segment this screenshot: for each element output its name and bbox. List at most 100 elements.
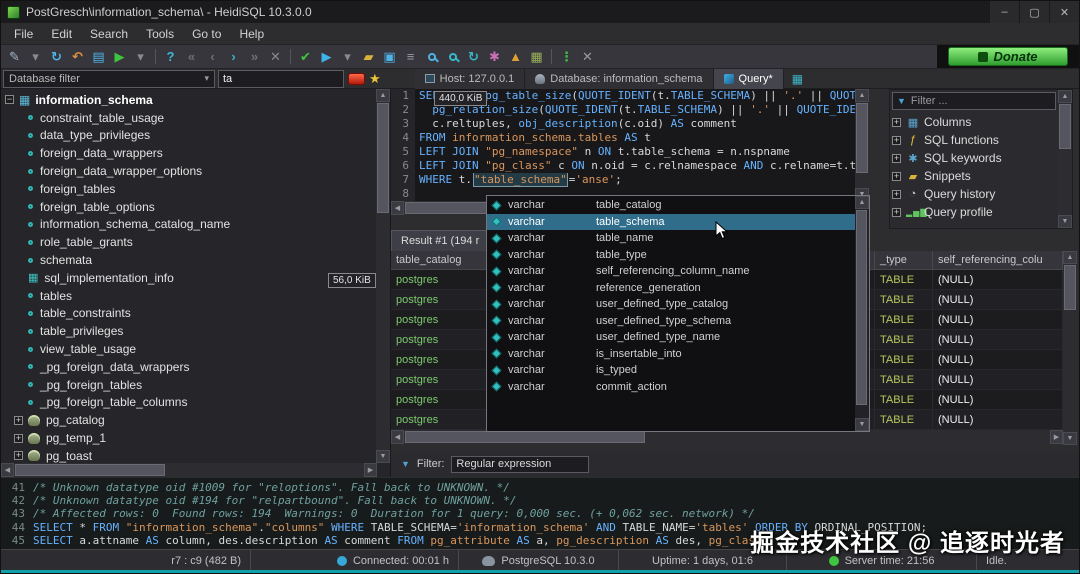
refresh-icon[interactable]: ↻ <box>46 47 67 67</box>
maximize-button[interactable]: ▢ <box>1019 1 1049 23</box>
tree-item-role-table-grants[interactable]: role_table_grants <box>1 233 376 251</box>
menu-file[interactable]: File <box>5 25 42 43</box>
help-icon[interactable]: ? <box>160 47 181 67</box>
tree-horizontal-scrollbar[interactable]: ◀ ▶ <box>1 463 377 477</box>
titlebar[interactable]: PostGresch\information_schema\ - HeidiSQ… <box>1 1 1079 23</box>
tab-host-127-0-0-1[interactable]: Host: 127.0.0.1 <box>415 69 526 89</box>
scroll-up-icon[interactable]: ▲ <box>1058 90 1072 103</box>
collapse-expander-icon[interactable]: − <box>5 95 14 104</box>
scroll-down-icon[interactable]: ▼ <box>376 450 390 463</box>
menu-edit[interactable]: Edit <box>42 25 81 43</box>
expand-expander-icon[interactable]: + <box>892 118 901 127</box>
scroll-thumb[interactable] <box>856 210 867 405</box>
autocomplete-popup[interactable]: varchartable_catalogvarchartable_schemav… <box>486 195 870 432</box>
scroll-left-icon[interactable]: ◀ <box>391 201 404 215</box>
scroll-up-icon[interactable]: ▲ <box>1063 251 1077 264</box>
scroll-down-icon[interactable]: ▼ <box>1063 432 1077 445</box>
go-previous-icon[interactable]: ‹ <box>202 47 223 67</box>
tree-item-pg-foreign-tables[interactable]: _pg_foreign_tables <box>1 376 376 394</box>
tree-item-pg-catalog[interactable]: +pg_catalog <box>1 411 376 429</box>
expand-expander-icon[interactable]: + <box>14 451 23 460</box>
warning-icon[interactable]: ▲ <box>505 47 526 67</box>
minimize-button[interactable]: – <box>989 1 1019 23</box>
tree-item-foreign-data-wrappers[interactable]: foreign_data_wrappers <box>1 144 376 162</box>
menu-go-to[interactable]: Go to <box>183 25 230 43</box>
go-first-icon[interactable]: « <box>181 47 202 67</box>
new-query-tab-icon[interactable]: ▦ <box>792 72 803 86</box>
connect-icon[interactable]: ▶ <box>109 47 130 67</box>
autocomplete-item-is-insertable-into[interactable]: varcharis_insertable_into <box>487 346 856 363</box>
close-button[interactable]: ✕ <box>1049 1 1079 23</box>
panel-filter-input[interactable]: ▼ Filter ... <box>892 92 1056 110</box>
scroll-right-icon[interactable]: ▶ <box>1050 430 1063 444</box>
validate-sql-icon[interactable]: ✔ <box>295 47 316 67</box>
tree-item-data-type-privileges[interactable]: data_type_privileges <box>1 127 376 145</box>
export-results-icon[interactable]: ≡ <box>400 47 421 67</box>
tree-item-foreign-data-wrapper-options[interactable]: foreign_data_wrapper_options <box>1 162 376 180</box>
export-tables-icon[interactable]: ▤ <box>88 47 109 67</box>
more-options-icon[interactable]: ⋮ <box>556 47 577 67</box>
scroll-thumb[interactable] <box>856 103 868 173</box>
menu-search[interactable]: Search <box>81 25 137 43</box>
save-file-icon[interactable]: ▣ <box>379 47 400 67</box>
search-icon[interactable] <box>421 47 442 67</box>
scroll-right-icon[interactable]: ▶ <box>364 463 377 477</box>
tree-item-table-constraints[interactable]: table_constraints <box>1 305 376 323</box>
column-header-type[interactable]: _type <box>875 251 933 270</box>
clear-filter-button[interactable] <box>348 73 365 85</box>
table-tools-icon[interactable]: ▦ <box>526 47 547 67</box>
scroll-up-icon[interactable]: ▲ <box>376 89 390 102</box>
scroll-thumb[interactable] <box>1059 104 1071 149</box>
tree-item-tables[interactable]: tables <box>1 287 376 305</box>
tree-item-sql-implementation-info[interactable]: ▦sql_implementation_info <box>1 269 376 287</box>
column-header-self-referencing-colu[interactable]: self_referencing_colu <box>933 251 1063 270</box>
tree-item-pg-foreign-data-wrappers[interactable]: _pg_foreign_data_wrappers <box>1 358 376 376</box>
go-next-icon[interactable]: › <box>223 47 244 67</box>
scroll-thumb[interactable] <box>377 103 389 213</box>
panel-item-query-profile[interactable]: +▂▅▇Query profile <box>892 203 1056 221</box>
autocomplete-item-reference-generation[interactable]: varcharreference_generation <box>487 280 856 297</box>
tree-item-foreign-table-options[interactable]: foreign_table_options <box>1 198 376 216</box>
column-header-table-catalog[interactable]: table_catalog <box>391 251 487 270</box>
expand-expander-icon[interactable]: + <box>892 172 901 181</box>
find-replace-icon[interactable] <box>442 47 463 67</box>
tree-item-constraint-table-usage[interactable]: constraint_table_usage <box>1 109 376 127</box>
expand-expander-icon[interactable]: + <box>892 136 901 145</box>
grid-vertical-scrollbar[interactable]: ▲ ▼ <box>1063 251 1077 445</box>
tab-database-information-schema[interactable]: Database: information_schema <box>525 69 713 89</box>
expand-expander-icon[interactable]: + <box>14 416 23 425</box>
scroll-left-icon[interactable]: ◀ <box>391 430 404 444</box>
reload-icon[interactable]: ↻ <box>463 47 484 67</box>
panel-item-snippets[interactable]: +▰Snippets <box>892 167 1056 185</box>
tree-item-information-schema-catalog-name[interactable]: information_schema_catalog_name <box>1 216 376 234</box>
table-filter-input[interactable] <box>218 70 344 88</box>
autocomplete-item-table-schema[interactable]: varchartable_schema <box>487 214 856 231</box>
scroll-thumb[interactable] <box>1064 265 1076 310</box>
tree-item-table-privileges[interactable]: table_privileges <box>1 322 376 340</box>
tree-vertical-scrollbar[interactable]: ▲ ▼ <box>376 89 390 463</box>
session-manager-icon[interactable]: ✎ <box>4 47 25 67</box>
autocomplete-item-table-name[interactable]: varchartable_name <box>487 230 856 247</box>
menu-tools[interactable]: Tools <box>137 25 183 43</box>
expand-expander-icon[interactable]: + <box>14 434 23 443</box>
autocomplete-item-commit-action[interactable]: varcharcommit_action <box>487 379 856 396</box>
menu-help[interactable]: Help <box>230 25 273 43</box>
open-file-icon[interactable]: ▰ <box>358 47 379 67</box>
panel-item-sql-keywords[interactable]: +✱SQL keywords <box>892 149 1056 167</box>
autocomplete-item-user-defined-type-schema[interactable]: varcharuser_defined_type_schema <box>487 313 856 330</box>
autocomplete-item-table-catalog[interactable]: varchartable_catalog <box>487 197 856 214</box>
run-sql-icon[interactable]: ▶ <box>316 47 337 67</box>
tree-item-information-schema[interactable]: −▦information_schema <box>1 91 376 109</box>
panel-vertical-scrollbar[interactable]: ▲ ▼ <box>1058 90 1072 228</box>
tree-item-foreign-tables[interactable]: foreign_tables <box>1 180 376 198</box>
run-caret-icon[interactable]: ▾ <box>337 47 358 67</box>
scroll-down-icon[interactable]: ▼ <box>1058 215 1072 228</box>
scroll-thumb[interactable] <box>15 464 165 476</box>
autocomplete-item-self-referencing-column-name[interactable]: varcharself_referencing_column_name <box>487 263 856 280</box>
expand-expander-icon[interactable]: + <box>892 154 901 163</box>
expand-expander-icon[interactable]: + <box>892 208 901 217</box>
editor-vertical-scrollbar[interactable]: ▲ ▼ <box>855 89 869 201</box>
session-caret-icon[interactable]: ▾ <box>25 47 46 67</box>
popup-vertical-scrollbar[interactable]: ▲ ▼ <box>855 196 869 431</box>
scroll-thumb[interactable] <box>405 431 645 443</box>
